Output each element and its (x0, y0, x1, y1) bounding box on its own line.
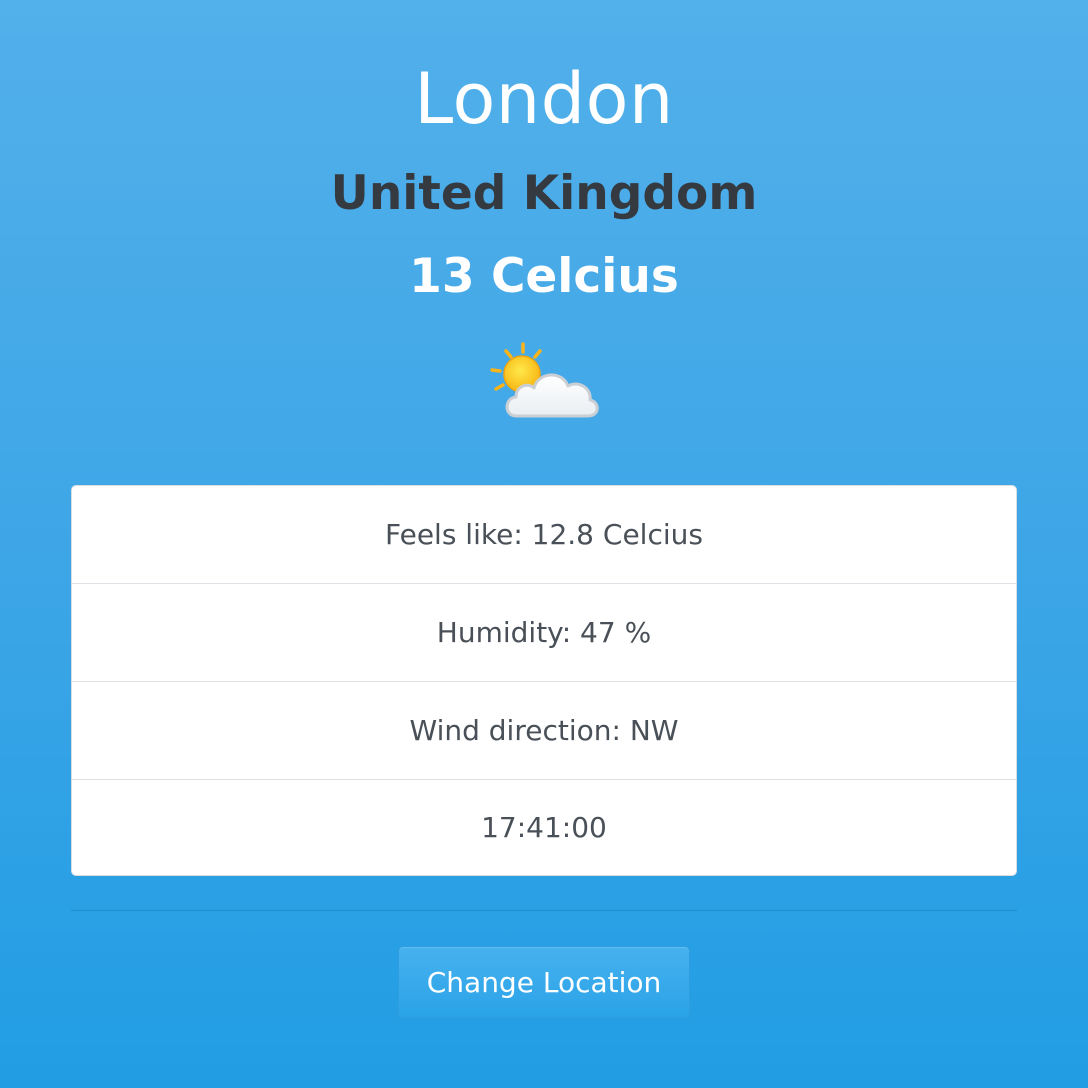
temperature: 13 Celcius (409, 249, 679, 304)
humidity-item: Humidity: 47 % (72, 584, 1016, 682)
divider (71, 910, 1017, 911)
feels-like-item: Feels like: 12.8 Celcius (72, 486, 1016, 584)
country-name: United Kingdom (330, 166, 758, 221)
change-location-button[interactable]: Change Location (398, 946, 690, 1018)
wind-direction-item: Wind direction: NW (72, 682, 1016, 780)
weather-details-list: Feels like: 12.8 Celcius Humidity: 47 % … (71, 485, 1017, 876)
local-time-item: 17:41:00 (481, 811, 607, 844)
sun-behind-cloud-icon (486, 340, 602, 424)
city-name: London (414, 58, 674, 140)
